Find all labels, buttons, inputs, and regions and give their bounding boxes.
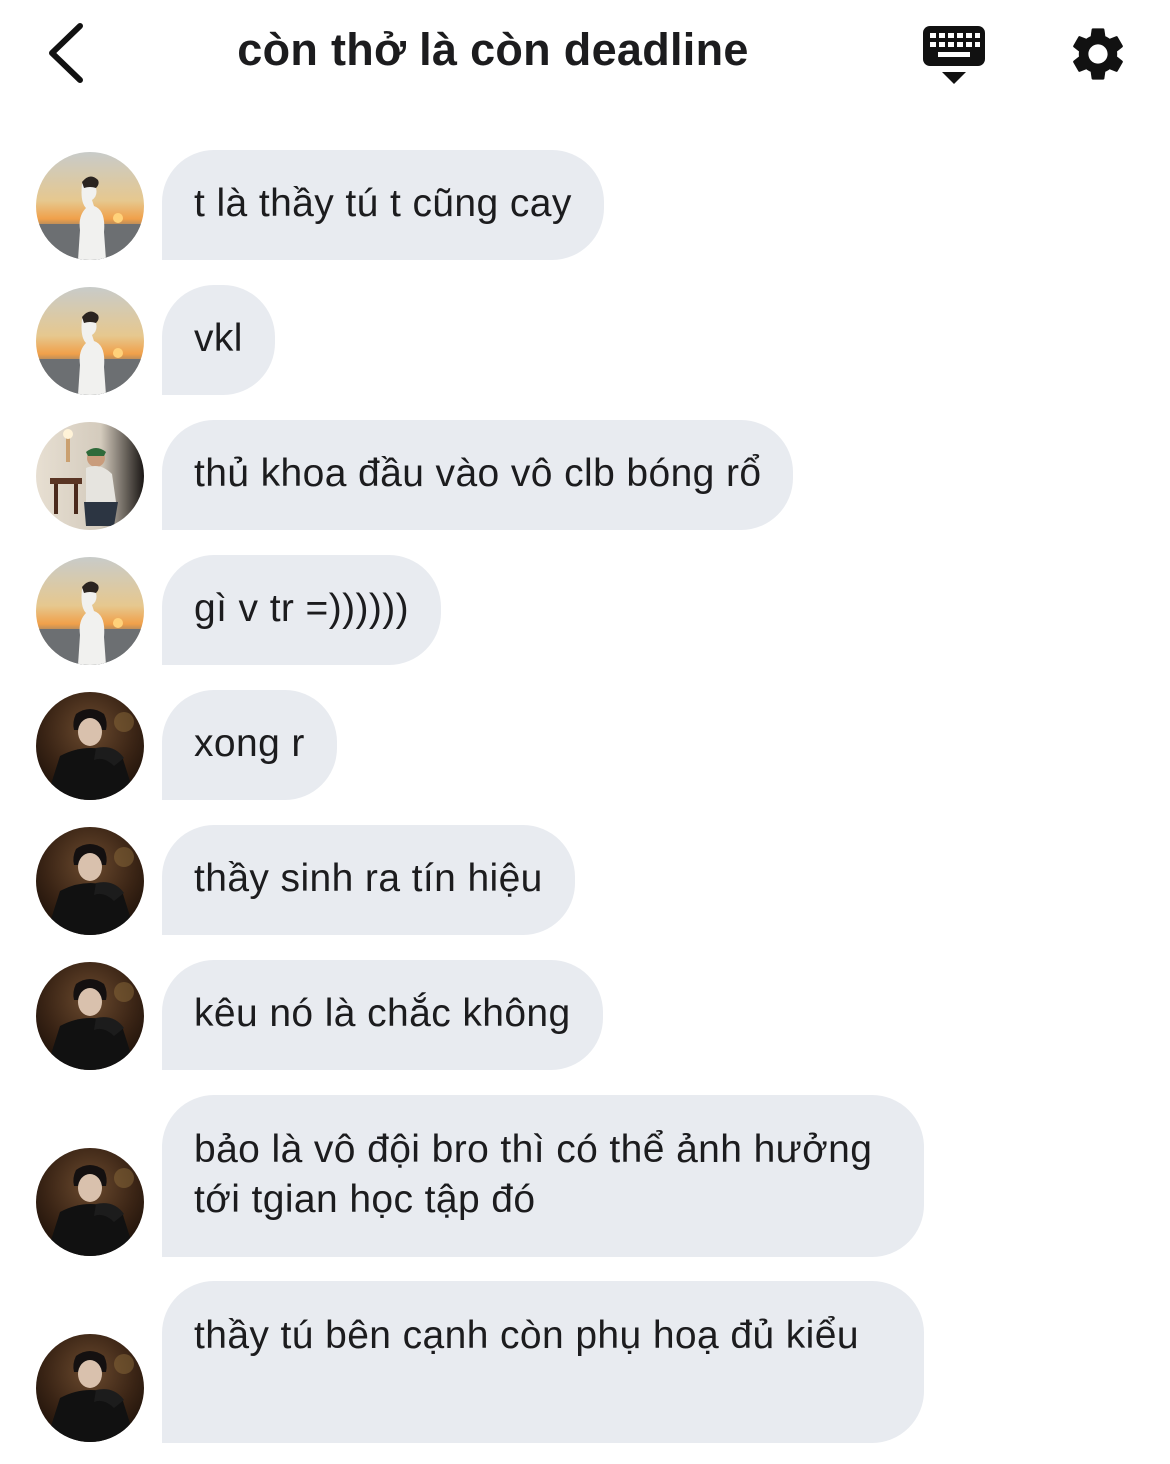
sunset-avatar[interactable]: [36, 557, 144, 665]
dark-avatar[interactable]: [36, 962, 144, 1070]
message-bubble[interactable]: t là thầy tú t cũng cay: [162, 150, 604, 260]
message-bubble[interactable]: bảo là vô đội bro thì có thể ảnh hưởng t…: [162, 1095, 924, 1257]
message-list: t là thầy tú t cũng cay vkl thủ khoa đầu…: [0, 0, 1170, 1464]
message-bubble[interactable]: xong r: [162, 690, 337, 800]
message-bubble[interactable]: thầy tú bên cạnh còn phụ hoạ đủ kiểu: [162, 1281, 924, 1443]
message-bubble[interactable]: vkl: [162, 285, 275, 395]
dark-avatar[interactable]: [36, 827, 144, 935]
sunset-avatar[interactable]: [36, 152, 144, 260]
room-avatar[interactable]: [36, 422, 144, 530]
dark-avatar[interactable]: [36, 1334, 144, 1442]
message-bubble[interactable]: thủ khoa đầu vào vô clb bóng rổ: [162, 420, 794, 530]
message-bubble[interactable]: thầy sinh ra tín hiệu: [162, 825, 575, 935]
message-bubble[interactable]: gì v tr =)))))): [162, 555, 442, 665]
dark-avatar[interactable]: [36, 1148, 144, 1256]
message-bubble[interactable]: kêu nó là chắc không: [162, 960, 603, 1070]
sunset-avatar[interactable]: [36, 287, 144, 395]
dark-avatar[interactable]: [36, 692, 144, 800]
